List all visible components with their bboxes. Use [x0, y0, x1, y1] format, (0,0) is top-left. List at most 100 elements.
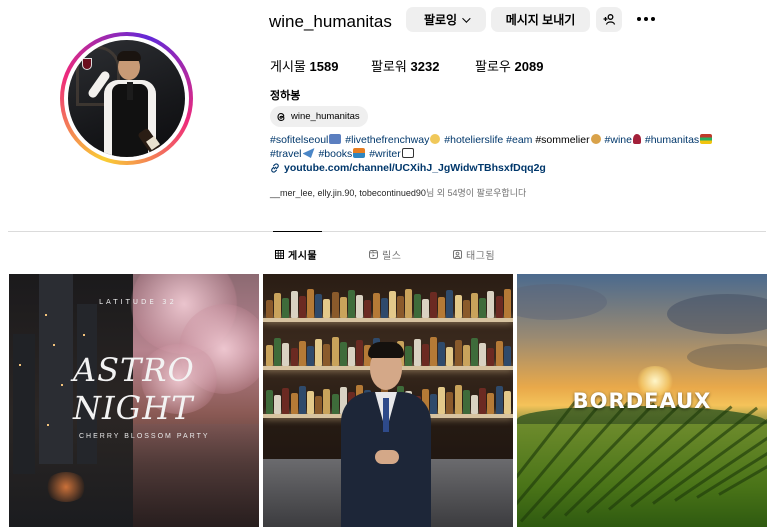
- bio-external-link[interactable]: youtube.com/channel/UCXihJ_JgWidwTBhsxfD…: [270, 162, 546, 174]
- skyscraper-shape: [39, 274, 73, 464]
- hashtag-link[interactable]: #hotelierslife: [444, 134, 503, 146]
- liquor-bottle: [356, 340, 364, 366]
- liquor-bottle: [307, 289, 314, 318]
- bio-line-2: #travel #books #writer: [270, 148, 415, 160]
- liquor-bottle: [495, 341, 503, 366]
- skyscraper-shape: [13, 334, 35, 474]
- post-thumbnail-astro-night[interactable]: LATITUDE 32 ASTRO NIGHT CHERRY BLOSSOM P…: [9, 274, 259, 527]
- liquor-bottle: [438, 387, 446, 414]
- hashtag-link[interactable]: #writer: [369, 148, 401, 160]
- liquor-bottle: [438, 342, 446, 366]
- hashtag-link[interactable]: #wine: [605, 134, 632, 146]
- more-icon-dot: [651, 17, 655, 21]
- more-icon-dot: [644, 17, 648, 21]
- liquor-bottle: [438, 297, 446, 318]
- liquor-bottle: [372, 293, 380, 318]
- liquor-bottle: [282, 388, 290, 414]
- liquor-bottle: [446, 392, 454, 414]
- add-person-icon: [603, 14, 615, 25]
- liquor-bottle: [413, 294, 421, 318]
- stat-following[interactable]: 팔로우 2089: [475, 56, 543, 75]
- tab-reels-label: 릴스: [382, 251, 402, 262]
- more-options-button[interactable]: [632, 10, 660, 28]
- liquor-bottle: [290, 348, 298, 366]
- liquor-bottle: [348, 290, 355, 318]
- liquor-bottle: [503, 391, 511, 414]
- liquor-bottle: [356, 295, 364, 318]
- liquor-bottle: [339, 342, 347, 366]
- bartender-hair: [368, 342, 404, 358]
- tab-posts-label: 게시물: [288, 251, 318, 262]
- threads-badge[interactable]: wine_humanitas: [270, 106, 368, 127]
- tab-tagged[interactable]: 태그됨: [453, 247, 495, 262]
- following-button-label: 팔로잉: [423, 13, 458, 27]
- liquor-bottle: [413, 339, 421, 366]
- profile-avatar[interactable]: [60, 32, 193, 165]
- avatar-photo: [68, 40, 185, 157]
- avatar-wine-glass: [82, 58, 92, 70]
- tab-tagged-label: 태그됨: [466, 251, 496, 262]
- stat-followers[interactable]: 팔로워 3232: [371, 56, 439, 75]
- liquor-bottle: [430, 292, 437, 318]
- liquor-bottle: [298, 386, 306, 414]
- avatar-gap: [64, 36, 189, 161]
- liquor-bottle: [266, 390, 273, 414]
- followed-by-names: __mer_lee, elly.jin.90, tobecontinued90: [270, 188, 426, 198]
- hashtag-text: #sommelier: [535, 134, 590, 146]
- bartender-tie: [383, 398, 389, 432]
- liquor-bottle: [298, 341, 306, 366]
- window-light: [19, 364, 21, 366]
- followed-by-text[interactable]: __mer_lee, elly.jin.90, tobecontinued90님…: [270, 186, 526, 199]
- post-thumbnail-bartender[interactable]: [263, 274, 513, 527]
- post-title: BORDEAUX: [572, 389, 712, 413]
- liquor-bottle: [266, 345, 273, 366]
- message-button[interactable]: 메시지 보내기: [491, 7, 590, 32]
- liquor-bottle: [430, 394, 437, 414]
- liquor-bottle: [471, 293, 478, 318]
- stat-posts: 게시물 1589: [270, 56, 338, 75]
- liquor-bottle: [421, 299, 429, 318]
- threads-handle: wine_humanitas: [291, 111, 360, 122]
- liquor-bottle: [339, 297, 347, 318]
- post-venue-label: LATITUDE 32: [99, 298, 177, 306]
- post-thumbnail-bordeaux[interactable]: BORDEAUX: [517, 274, 767, 527]
- window-light: [47, 424, 49, 426]
- grid-icon: [275, 250, 284, 259]
- hashtag-link[interactable]: #livethefrenchway: [345, 134, 429, 146]
- suggest-accounts-button[interactable]: [596, 7, 622, 32]
- window-light: [53, 344, 55, 346]
- hashtag-link[interactable]: #humanitas: [645, 134, 699, 146]
- liquor-bottle: [380, 298, 388, 318]
- window-light: [83, 334, 85, 336]
- following-button[interactable]: 팔로잉: [406, 7, 486, 32]
- liquor-bottle: [307, 346, 314, 366]
- hashtag-link[interactable]: #travel: [270, 148, 302, 160]
- liquor-bottle: [323, 389, 331, 414]
- liquor-bottle: [487, 393, 495, 414]
- liquor-bottle: [315, 396, 323, 414]
- liquor-bottle: [479, 388, 487, 414]
- stat-followers-count: 3232: [410, 59, 440, 74]
- liquor-bottle: [331, 337, 339, 366]
- hashtag-link[interactable]: #sofitelseoul: [270, 134, 328, 146]
- liquor-bottle: [503, 289, 511, 318]
- more-icon-dot: [637, 17, 641, 21]
- liquor-bottle: [503, 346, 511, 366]
- tab-posts[interactable]: 게시물: [275, 247, 317, 262]
- avatar-hair: [117, 51, 141, 61]
- liquor-bottle: [430, 337, 437, 366]
- tab-reels[interactable]: 릴스: [369, 247, 401, 262]
- liquor-bottle: [405, 346, 413, 366]
- liquor-bottle: [323, 299, 331, 318]
- stat-posts-label: 게시물: [270, 59, 306, 74]
- liquor-bottle: [471, 395, 478, 414]
- liquor-bottle: [446, 347, 454, 366]
- liquor-bottle: [331, 394, 339, 414]
- hotel-emoji-icon: [329, 134, 342, 144]
- liquor-bottle: [274, 338, 282, 366]
- liquor-bottle: [495, 296, 503, 318]
- hashtag-link[interactable]: #eam: [506, 134, 532, 146]
- window-light: [45, 314, 47, 316]
- hashtag-link[interactable]: #books: [318, 148, 352, 160]
- liquor-bottle: [315, 339, 323, 366]
